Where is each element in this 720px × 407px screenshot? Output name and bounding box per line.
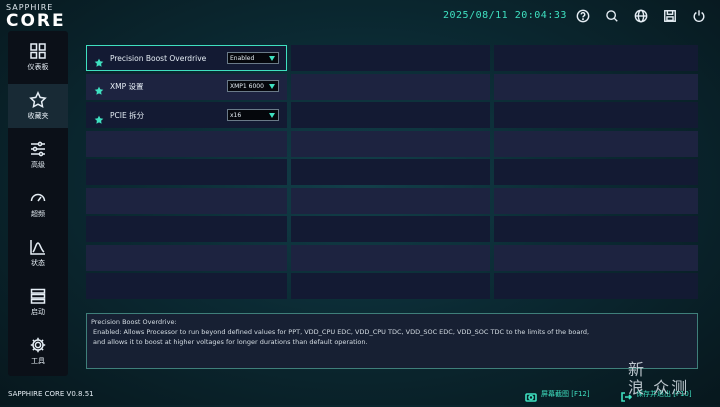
- description-title: Precision Boost Overdrive:: [91, 318, 177, 326]
- gauge-icon: [29, 189, 47, 207]
- dashboard-icon: [29, 42, 47, 60]
- grid-cell: [291, 73, 490, 100]
- description-body: Enabled: Allows Processor to run beyond …: [93, 328, 590, 346]
- setting-pcie-bifurcation[interactable]: PCIE 拆分 x16: [86, 102, 287, 128]
- camera-icon: [525, 388, 537, 402]
- xmp-select[interactable]: XMP1 6000: [227, 80, 279, 92]
- grid-cell: [291, 159, 490, 185]
- sidebar-item-status[interactable]: 状态: [8, 231, 68, 275]
- grid-cell: [291, 187, 490, 214]
- sidebar-item-favorites[interactable]: 收藏夹: [8, 84, 68, 128]
- power-icon[interactable]: [692, 8, 706, 23]
- watermark: 新 浪 众测: [628, 356, 716, 400]
- grid-cell: [86, 187, 287, 214]
- sidebar: 仪表板 收藏夹 高级 超频 状态 启动 工具: [8, 31, 68, 376]
- header-toolbar: [576, 8, 706, 23]
- grid-cell: [86, 273, 287, 299]
- sidebar-item-boot[interactable]: 启动: [8, 280, 68, 324]
- screenshot-button[interactable]: 屏幕截图 [F12]: [525, 388, 590, 402]
- version-text: SAPPHIRE CORE V0.8.51: [8, 390, 94, 398]
- dropdown-caret-icon: [269, 113, 275, 118]
- grid-cell: [86, 216, 287, 242]
- app-logo: SAPPHIRE CORE: [6, 3, 86, 31]
- setting-label: Precision Boost Overdrive: [110, 53, 207, 63]
- dropdown-caret-icon: [269, 84, 275, 89]
- grid-cell: [494, 216, 698, 242]
- favorites-panel: Precision Boost Overdrive Enabled XMP 设置…: [86, 44, 698, 302]
- description-box: Precision Boost Overdrive: Enabled: Allo…: [86, 313, 698, 369]
- setting-precision-boost-overdrive[interactable]: Precision Boost Overdrive Enabled: [86, 45, 287, 71]
- sidebar-item-label: 启动: [31, 308, 45, 316]
- sidebar-item-dashboard[interactable]: 仪表板: [8, 35, 68, 79]
- gear-icon: [29, 336, 47, 354]
- grid-cell: [86, 130, 287, 157]
- favorite-star-icon[interactable]: [94, 81, 104, 95]
- grid-cell: [86, 159, 287, 185]
- sliders-icon: [29, 140, 47, 158]
- select-value: XMP1 6000: [230, 83, 264, 90]
- grid-cell: [494, 273, 698, 299]
- sidebar-item-label: 高级: [31, 161, 45, 169]
- datetime-display: 2025/08/11 20:04:33: [443, 10, 567, 21]
- grid-cell: [494, 73, 698, 100]
- grid-cell: [291, 130, 490, 157]
- pcie-select[interactable]: x16: [227, 109, 279, 121]
- sidebar-item-label: 工具: [31, 357, 45, 365]
- grid-cell: [494, 244, 698, 271]
- grid-cell: [291, 45, 490, 71]
- save-icon[interactable]: [663, 8, 677, 22]
- help-icon[interactable]: [576, 8, 590, 23]
- sidebar-item-label: 收藏夹: [27, 112, 49, 120]
- pbo-select[interactable]: Enabled: [227, 52, 279, 64]
- settings-column-3: [494, 44, 698, 302]
- search-icon[interactable]: [605, 8, 619, 22]
- grid-cell: [494, 45, 698, 71]
- grid-cell: [291, 244, 490, 271]
- grid-cell: [494, 130, 698, 157]
- favorite-star-icon[interactable]: [94, 110, 104, 124]
- sidebar-item-advanced[interactable]: 高级: [8, 133, 68, 177]
- star-icon: [29, 91, 47, 109]
- select-value: Enabled: [230, 55, 255, 62]
- setting-xmp[interactable]: XMP 设置 XMP1 6000: [86, 73, 287, 99]
- logo-main-text: CORE: [6, 11, 66, 31]
- grid-cell: [494, 102, 698, 128]
- sidebar-item-label: 超频: [31, 210, 45, 218]
- setting-label: PCIE 拆分: [110, 110, 145, 120]
- select-value: x16: [230, 112, 242, 119]
- settings-column-2: [291, 44, 490, 302]
- grid-cell: [291, 102, 490, 128]
- sidebar-item-label: 状态: [31, 259, 45, 267]
- watermark-line-2: 浪 众测: [628, 378, 690, 397]
- chart-icon: [29, 238, 47, 256]
- setting-label: XMP 设置: [110, 81, 144, 91]
- grid-cell: [291, 216, 490, 242]
- sidebar-item-label: 仪表板: [27, 63, 49, 71]
- favorite-star-icon[interactable]: [94, 53, 104, 67]
- sidebar-item-overclock[interactable]: 超频: [8, 182, 68, 226]
- grid-cell: [86, 244, 287, 271]
- globe-icon[interactable]: [634, 8, 648, 23]
- screenshot-label: 屏幕截图 [F12]: [541, 390, 590, 398]
- dropdown-caret-icon: [269, 56, 275, 61]
- grid-cell: [291, 273, 490, 299]
- grid-cell: [494, 187, 698, 214]
- grid-cell: [494, 159, 698, 185]
- sidebar-item-tools[interactable]: 工具: [8, 329, 68, 373]
- boot-icon: [29, 287, 47, 305]
